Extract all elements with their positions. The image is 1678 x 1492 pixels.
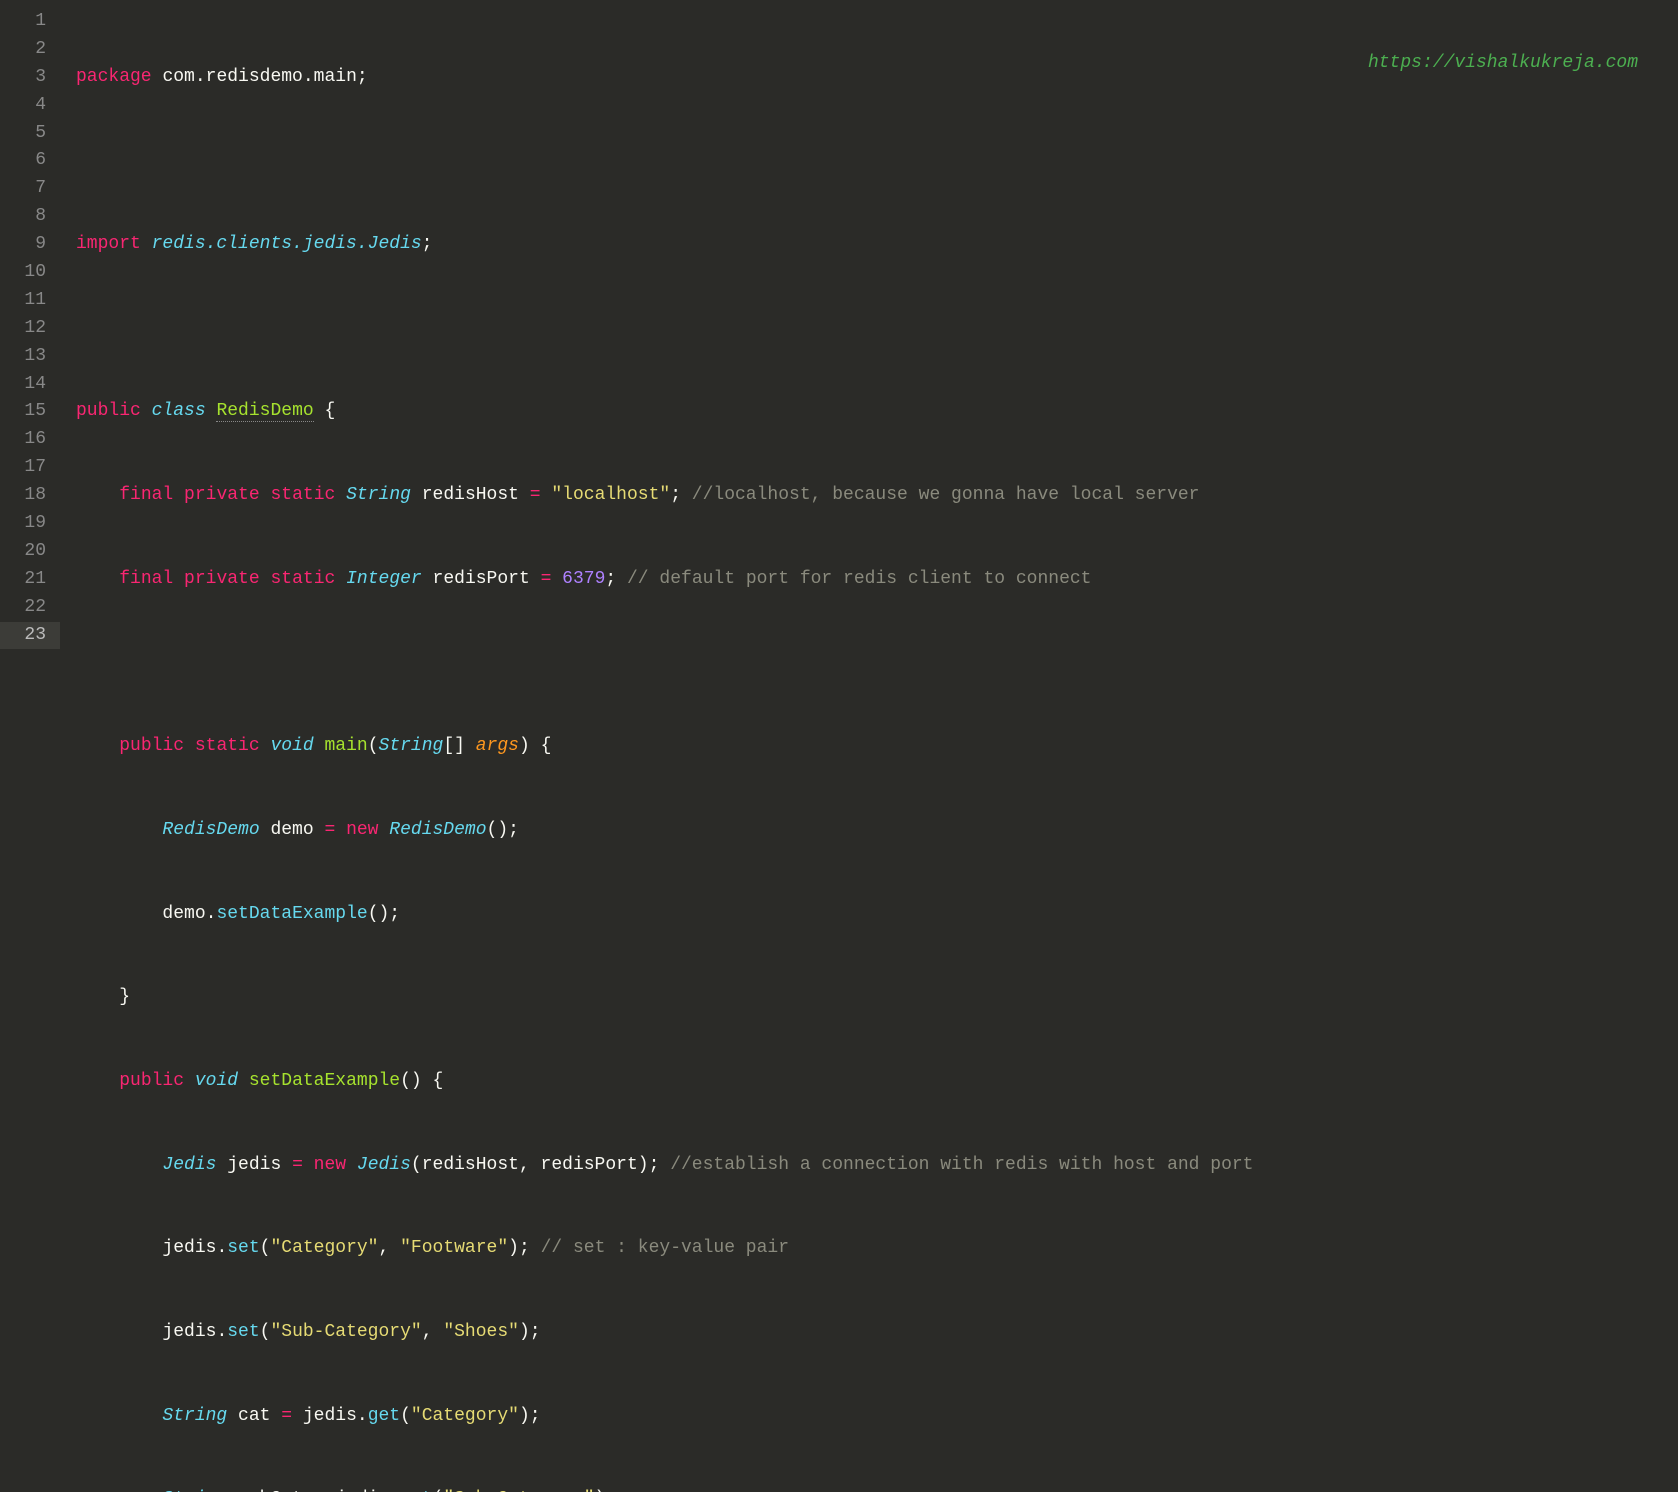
line-number-gutter: 1 2 3 4 5 6 7 8 9 10 11 12 13 14 15 16 1… [0, 0, 60, 746]
code-line: jedis.set("Sub-Category", "Shoes"); [60, 1319, 1678, 1347]
line-number: 22 [8, 594, 46, 622]
code-line: public class RedisDemo { [60, 398, 1678, 426]
line-number: 9 [8, 231, 46, 259]
line-number: 12 [8, 315, 46, 343]
line-number: 6 [8, 147, 46, 175]
code-line: final private static String redisHost = … [60, 482, 1678, 510]
code-line: public static void main(String[] args) { [60, 733, 1678, 761]
line-number: 13 [8, 343, 46, 371]
line-number: 19 [8, 510, 46, 538]
line-number: 16 [8, 426, 46, 454]
line-number: 5 [8, 120, 46, 148]
line-number: 23 [0, 622, 60, 650]
code-content[interactable]: package com.redisdemo.main; import redis… [60, 0, 1678, 746]
code-line: String subCat = jedis.get("Sub-Category"… [60, 1486, 1678, 1492]
line-number: 3 [8, 64, 46, 92]
code-line: } [60, 984, 1678, 1012]
line-number: 7 [8, 175, 46, 203]
code-line: final private static Integer redisPort =… [60, 566, 1678, 594]
line-number: 11 [8, 287, 46, 315]
line-number: 15 [8, 398, 46, 426]
watermark-link[interactable]: https://vishalkukreja.com [1368, 50, 1638, 78]
line-number: 14 [8, 371, 46, 399]
code-line: String cat = jedis.get("Category"); [60, 1403, 1678, 1431]
line-number: 20 [8, 538, 46, 566]
line-number: 2 [8, 36, 46, 64]
code-line [60, 147, 1678, 175]
code-editor[interactable]: 1 2 3 4 5 6 7 8 9 10 11 12 13 14 15 16 1… [0, 0, 1678, 746]
code-line: jedis.set("Category", "Footware"); // se… [60, 1235, 1678, 1263]
line-number: 17 [8, 454, 46, 482]
code-line: public void setDataExample() { [60, 1068, 1678, 1096]
code-line: Jedis jedis = new Jedis(redisHost, redis… [60, 1152, 1678, 1180]
code-line: import redis.clients.jedis.Jedis; [60, 231, 1678, 259]
code-line [60, 649, 1678, 677]
code-line [60, 315, 1678, 343]
line-number: 10 [8, 259, 46, 287]
line-number: 1 [8, 8, 46, 36]
line-number: 8 [8, 203, 46, 231]
line-number: 18 [8, 482, 46, 510]
code-line: RedisDemo demo = new RedisDemo(); [60, 817, 1678, 845]
line-number: 21 [8, 566, 46, 594]
code-line: demo.setDataExample(); [60, 901, 1678, 929]
line-number: 4 [8, 92, 46, 120]
